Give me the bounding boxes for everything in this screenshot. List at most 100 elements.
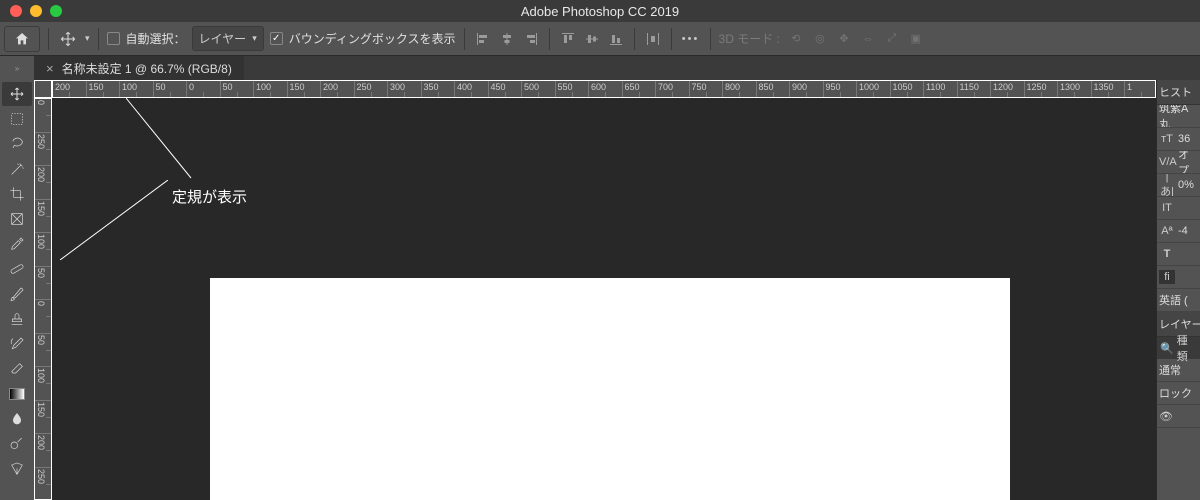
- auto-select-label: 自動選択：: [126, 30, 186, 47]
- ruler-tick: 250: [35, 133, 51, 167]
- history-brush-icon: [9, 336, 25, 352]
- document-tab[interactable]: × 名称未設定 1 @ 66.7% (RGB/8): [34, 56, 244, 80]
- ligature-row[interactable]: fi: [1157, 266, 1200, 289]
- align-right-button[interactable]: [521, 29, 541, 49]
- eyedropper-tool[interactable]: [2, 232, 32, 256]
- eraser-tool[interactable]: [2, 357, 32, 381]
- auto-select-target-dropdown[interactable]: レイヤー ▾: [192, 26, 264, 51]
- pan-3d-button[interactable]: ✥: [834, 29, 854, 49]
- slide-3d-button[interactable]: ⇔: [858, 29, 878, 49]
- ruler-tick: 100: [35, 367, 51, 401]
- language-row[interactable]: 英語 (: [1157, 289, 1200, 312]
- canvas-document[interactable]: [210, 278, 1010, 500]
- ruler-tick: 300: [388, 81, 422, 97]
- align-vcenter-button[interactable]: [582, 29, 602, 49]
- orbit-3d-button[interactable]: ⟲: [786, 29, 806, 49]
- tool-preset-chevron-icon[interactable]: ▾: [85, 33, 90, 44]
- align-vcenter-icon: [585, 32, 599, 46]
- pen-icon: [9, 461, 25, 477]
- maximize-window-button[interactable]: [50, 5, 62, 17]
- show-bbox-checkbox[interactable]: [270, 32, 283, 45]
- close-tab-button[interactable]: ×: [46, 61, 54, 76]
- blend-mode-row[interactable]: 通常: [1157, 359, 1200, 382]
- minimize-window-button[interactable]: [30, 5, 42, 17]
- lasso-tool[interactable]: [2, 132, 32, 156]
- ruler-tick: 950: [824, 81, 858, 97]
- tracking-row[interactable]: |あ|0%: [1157, 174, 1200, 197]
- align-top-icon: [561, 32, 575, 46]
- mode-3d-icons: ⟲ ◎ ✥ ⇔ ⤢ ▣: [786, 29, 926, 49]
- layer-row[interactable]: 👁: [1157, 405, 1200, 428]
- history-panel-tab[interactable]: ヒスト: [1157, 80, 1200, 105]
- baseline-row[interactable]: Aª-4: [1157, 220, 1200, 243]
- canvas-area: 2001501005005010015020025030035040045050…: [34, 80, 1156, 500]
- ruler-tick: 1100: [924, 81, 958, 97]
- font-size-row[interactable]: тT36: [1157, 128, 1200, 151]
- distribute-button[interactable]: [643, 29, 663, 49]
- kerning-row[interactable]: V/Aオプ: [1157, 151, 1200, 174]
- ruler-tick: 250: [355, 81, 389, 97]
- move-tool[interactable]: [2, 82, 32, 106]
- ruler-tick: 150: [87, 81, 121, 97]
- align-bottom-button[interactable]: [606, 29, 626, 49]
- move-tool-indicator[interactable]: [57, 28, 79, 50]
- document-tab-label: 名称未設定 1 @ 66.7% (RGB/8): [62, 60, 232, 77]
- main-area: 2001501005005010015020025030035040045050…: [0, 80, 1200, 500]
- right-panels: ヒスト 筑紫A丸 тT36 V/Aオプ |あ|0% IT Aª-4 T fi 英…: [1156, 80, 1200, 500]
- align-vertical-group: [558, 29, 626, 49]
- stamp-tool[interactable]: [2, 307, 32, 331]
- ruler-tick: 350: [422, 81, 456, 97]
- scale-3d-button[interactable]: ⤢: [882, 29, 902, 49]
- align-hcenter-icon: [500, 32, 514, 46]
- frame-tool[interactable]: [2, 207, 32, 231]
- align-right-icon: [524, 32, 538, 46]
- tools-collapse-toggle[interactable]: »: [0, 56, 34, 80]
- visibility-icon[interactable]: 👁: [1159, 410, 1173, 423]
- bandage-icon: [9, 261, 25, 277]
- ruler-tick: 700: [656, 81, 690, 97]
- show-bbox-label: バウンディングボックスを表示: [289, 30, 456, 47]
- more-options-button[interactable]: •••: [680, 28, 702, 50]
- pen-tool[interactable]: [2, 457, 32, 481]
- gradient-tool[interactable]: [2, 382, 32, 406]
- close-window-button[interactable]: [10, 5, 22, 17]
- history-brush-tool[interactable]: [2, 332, 32, 356]
- crop-tool[interactable]: [2, 182, 32, 206]
- stamp-icon: [9, 311, 25, 327]
- lasso-icon: [9, 136, 25, 152]
- app-title: Adobe Photoshop CC 2019: [521, 4, 679, 19]
- roll-3d-button[interactable]: ◎: [810, 29, 830, 49]
- align-bottom-icon: [609, 32, 623, 46]
- eraser-icon: [9, 361, 25, 377]
- align-top-button[interactable]: [558, 29, 578, 49]
- auto-select-checkbox[interactable]: [107, 32, 120, 45]
- vertical-ruler[interactable]: 025020015010050050100150200250300: [34, 98, 52, 500]
- ruler-tick: 450: [489, 81, 523, 97]
- healing-tool[interactable]: [2, 257, 32, 281]
- marquee-tool[interactable]: [2, 107, 32, 131]
- ruler-tick: 100: [35, 233, 51, 267]
- home-button[interactable]: [4, 26, 40, 52]
- font-family-row[interactable]: 筑紫A丸: [1157, 105, 1200, 128]
- horizontal-ruler[interactable]: 2001501005005010015020025030035040045050…: [52, 80, 1156, 98]
- blur-tool[interactable]: [2, 407, 32, 431]
- camera-3d-button[interactable]: ▣: [906, 29, 926, 49]
- brush-tool[interactable]: [2, 282, 32, 306]
- text-style-row[interactable]: T: [1157, 243, 1200, 266]
- ruler-tick: 200: [53, 81, 87, 97]
- lock-row[interactable]: ロック: [1157, 382, 1200, 405]
- ruler-tick: 1050: [891, 81, 925, 97]
- ruler-tick: 50: [154, 81, 188, 97]
- document-viewport[interactable]: 定規が表示: [52, 98, 1156, 500]
- align-hcenter-button[interactable]: [497, 29, 517, 49]
- title-bar: Adobe Photoshop CC 2019: [0, 0, 1200, 22]
- layer-filter-row[interactable]: 🔍 種類: [1157, 337, 1200, 359]
- annotation-line-2: [60, 180, 168, 260]
- vertical-scale-row[interactable]: IT: [1157, 197, 1200, 220]
- quick-select-tool[interactable]: [2, 157, 32, 181]
- ruler-tick: 100: [254, 81, 288, 97]
- align-left-button[interactable]: [473, 29, 493, 49]
- dodge-tool[interactable]: [2, 432, 32, 456]
- ruler-origin[interactable]: [34, 80, 52, 98]
- ruler-tick: 750: [690, 81, 724, 97]
